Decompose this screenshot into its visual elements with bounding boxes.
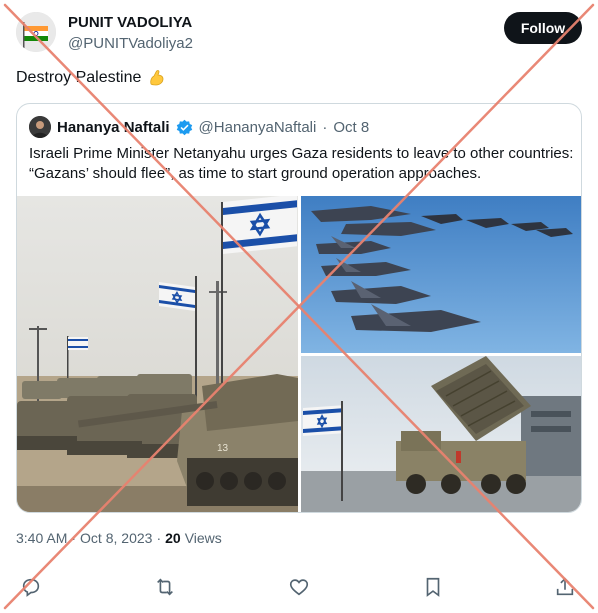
post-text-content: Destroy Palestine	[16, 69, 142, 86]
retweet-icon[interactable]	[154, 576, 180, 602]
views-label: Views	[184, 530, 222, 546]
follow-button[interactable]: Follow	[504, 12, 582, 44]
svg-text:13: 13	[217, 443, 229, 454]
quoted-author-avatar[interactable]	[29, 116, 51, 138]
tanks-photo[interactable]: 13	[17, 196, 298, 512]
share-icon[interactable]	[554, 576, 580, 602]
post-time[interactable]: 3:40 AM	[16, 530, 67, 546]
quoted-date[interactable]: Oct 8	[333, 119, 369, 136]
quoted-post-text: Israeli Prime Minister Netanyahu urges G…	[29, 145, 574, 182]
fighter-jets-photo[interactable]	[301, 196, 581, 353]
quoted-author-name[interactable]: Hananya Naftali	[57, 119, 170, 136]
quoted-post[interactable]: Hananya Naftali @HananyaNaftali · Oct 8 …	[16, 103, 582, 513]
author-handle[interactable]: @PUNITVadoliya2	[68, 35, 193, 52]
post-header: PUNIT VADOLIYA @PUNITVadoliya2 Follow	[16, 10, 582, 58]
author-name[interactable]: PUNIT VADOLIYA	[68, 14, 192, 31]
quoted-post-header: Hananya Naftali @HananyaNaftali · Oct 8	[29, 116, 369, 138]
views-count: 20	[165, 530, 181, 546]
flexed-biceps-icon	[147, 68, 167, 88]
author-avatar[interactable]	[16, 12, 56, 52]
avatar-flag-image	[16, 12, 56, 52]
missile-launcher-photo[interactable]	[301, 356, 581, 512]
post-text: Destroy Palestine	[16, 68, 167, 88]
meta-separator: ·	[71, 530, 77, 546]
heart-icon[interactable]	[288, 576, 314, 602]
quoted-separator: ·	[322, 118, 328, 136]
post-actions-bar	[18, 576, 578, 606]
bookmark-icon[interactable]	[422, 576, 448, 602]
quoted-media-grid: 13	[17, 196, 581, 512]
verified-badge-icon	[176, 119, 193, 136]
post-date[interactable]: Oct 8, 2023	[80, 530, 152, 546]
meta-separator-2: ·	[156, 530, 162, 546]
quoted-author-handle[interactable]: @HananyaNaftali	[199, 119, 317, 136]
post-meta: 3:40 AM · Oct 8, 2023 · 20 Views	[16, 530, 222, 546]
reply-icon[interactable]	[20, 576, 46, 602]
